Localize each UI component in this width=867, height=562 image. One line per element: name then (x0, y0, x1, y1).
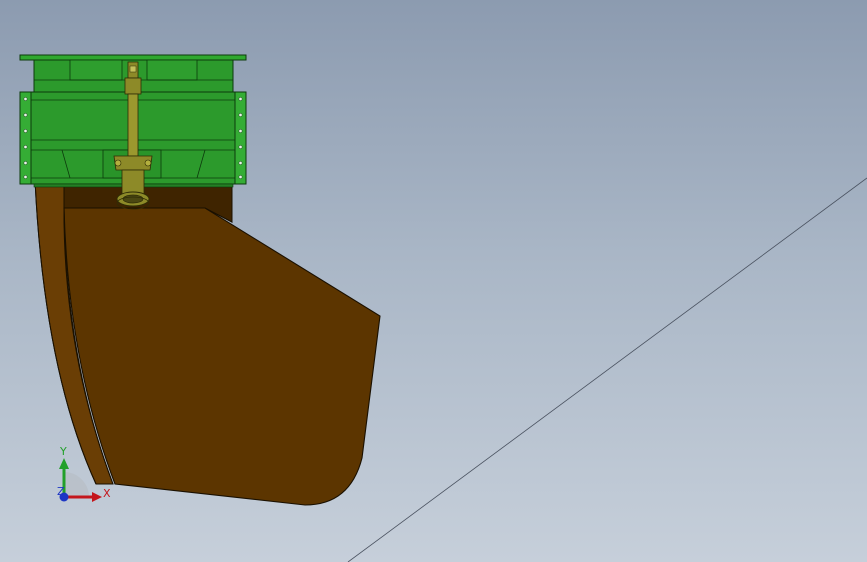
right-side-flange (234, 91, 247, 185)
shaft-coupling (124, 77, 142, 95)
chute-body[interactable] (34, 179, 381, 506)
bracket-bolt-left (114, 159, 122, 167)
bracket-bolt-right (144, 159, 152, 167)
x-axis-label: X (103, 487, 111, 500)
top-flange-plate (19, 54, 247, 61)
left-side-flange (19, 91, 32, 185)
shaft-housing (121, 169, 145, 195)
clevis-pin (129, 65, 137, 73)
y-axis-label: Y (59, 445, 67, 458)
upper-housing-panel-left (69, 59, 123, 81)
x-axis-arrow (92, 492, 102, 502)
shaft-base-bore (122, 194, 144, 204)
triad-plane-shade (64, 472, 89, 497)
upper-housing-panel-right (146, 59, 198, 81)
z-axis-label: Z (57, 485, 65, 498)
chute-front-face (63, 207, 381, 506)
model-canvas[interactable]: Y X Z (0, 0, 867, 562)
reference-plane-edge (347, 177, 867, 562)
cad-3d-viewport[interactable]: Y X Z (0, 0, 867, 562)
shaft-rod (127, 93, 139, 157)
y-axis-arrow (59, 458, 69, 469)
